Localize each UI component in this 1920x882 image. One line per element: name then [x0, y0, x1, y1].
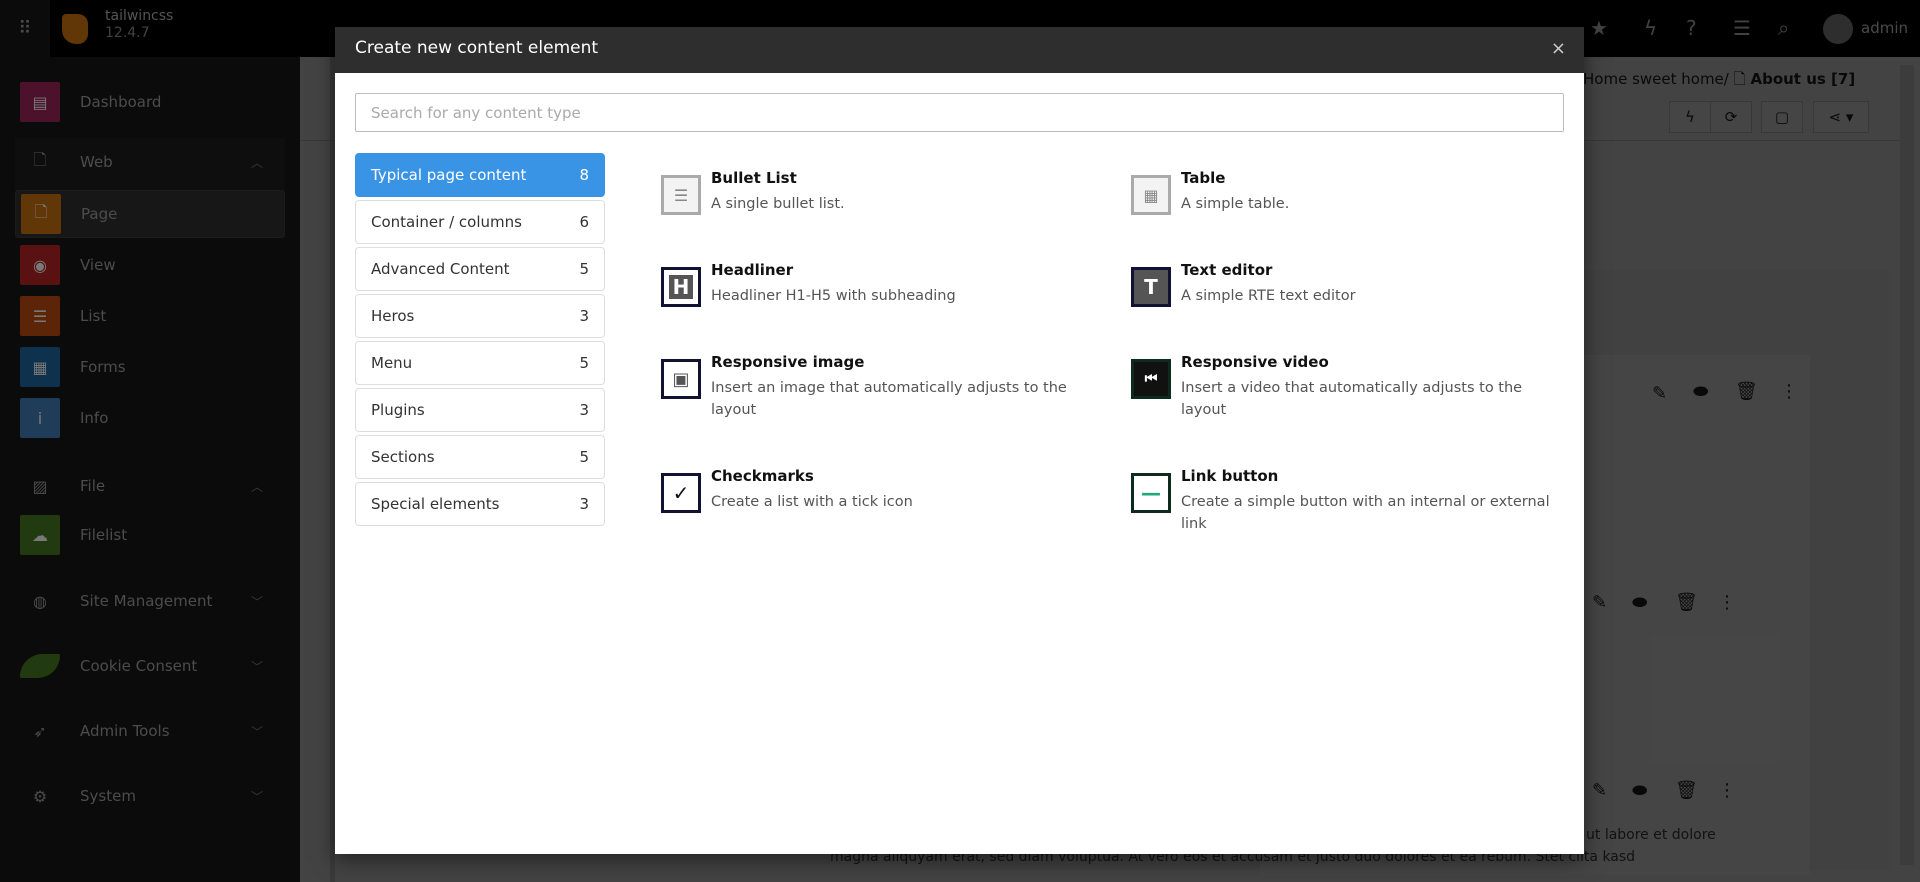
content-type-bullet-list[interactable]: ☰ Bullet List A single bullet list. — [661, 169, 1091, 215]
headliner-icon: H — [661, 267, 701, 307]
content-type-title: Responsive image — [711, 353, 865, 371]
category-label: Typical page content — [371, 166, 527, 184]
content-type-title: Table — [1181, 169, 1226, 187]
content-type-title: Checkmarks — [711, 467, 814, 485]
content-type-text-editor[interactable]: T Text editor A simple RTE text editor — [1131, 261, 1561, 307]
category-count: 3 — [579, 307, 589, 325]
content-type-description: A simple table. — [1181, 196, 1290, 212]
content-type-title: Responsive video — [1181, 353, 1329, 371]
category-tab[interactable]: Menu 5 — [355, 341, 605, 385]
category-count: 8 — [579, 166, 589, 184]
category-count: 6 — [579, 213, 589, 231]
content-type-responsive-image[interactable]: ▣ Responsive image Insert an image that au… — [661, 353, 1091, 421]
content-type-checkmarks[interactable]: ✓ Checkmarks Create a list with a tick ico… — [661, 467, 1091, 513]
category-count: 5 — [579, 260, 589, 278]
category-tab[interactable]: Typical page content 8 — [355, 153, 605, 197]
checkmark-icon: ✓ — [661, 473, 701, 513]
text-editor-icon: T — [1131, 267, 1171, 307]
search-input[interactable] — [355, 93, 1564, 132]
category-tab[interactable]: Sections 5 — [355, 435, 605, 479]
table-icon: ▦ — [1131, 175, 1171, 215]
content-type-description: A single bullet list. — [711, 196, 845, 212]
video-icon: ⏮ — [1131, 359, 1171, 399]
category-list: Typical page content 8 Container / columns… — [355, 153, 605, 529]
bullet-list-icon: ☰ — [661, 175, 701, 215]
category-label: Container / columns — [371, 213, 522, 231]
category-tab[interactable]: Special elements 3 — [355, 482, 605, 526]
category-label: Sections — [371, 448, 435, 466]
category-count: 5 — [579, 354, 589, 372]
modal-title: Create new content element — [355, 38, 599, 58]
category-label: Menu — [371, 354, 413, 372]
link-button-icon: — — [1131, 473, 1171, 513]
category-tab[interactable]: Plugins 3 — [355, 388, 605, 432]
category-count: 3 — [579, 495, 589, 513]
content-type-headliner[interactable]: H Headliner Headliner H1-H5 with subheadin… — [661, 261, 1091, 307]
category-count: 3 — [579, 401, 589, 419]
content-type-title: Text editor — [1181, 261, 1273, 279]
category-tab[interactable]: Advanced Content 5 — [355, 247, 605, 291]
category-label: Heros — [371, 307, 415, 325]
modal-header: Create new content element — [335, 27, 1584, 73]
content-type-description: Headliner H1-H5 with subheading — [711, 288, 956, 304]
content-type-description: Insert an image that automatically adjus… — [711, 380, 1067, 418]
create-content-modal: Create new content element × Typical pag… — [335, 27, 1584, 854]
category-label: Special elements — [371, 495, 500, 513]
content-type-description: Insert a video that automatically adjust… — [1181, 380, 1523, 418]
content-type-responsive-video[interactable]: ⏮ Responsive video Insert a video that aut… — [1131, 353, 1561, 421]
content-type-title: Bullet List — [711, 169, 797, 187]
content-type-description: Create a list with a tick icon — [711, 494, 913, 510]
close-icon[interactable]: × — [1551, 38, 1566, 59]
category-label: Plugins — [371, 401, 425, 419]
content-type-title: Headliner — [711, 261, 794, 279]
category-label: Advanced Content — [371, 260, 510, 278]
category-count: 5 — [579, 448, 589, 466]
content-type-table[interactable]: ▦ Table A simple table. — [1131, 169, 1561, 215]
image-icon: ▣ — [661, 359, 701, 399]
content-type-description: Create a simple button with an internal … — [1181, 494, 1550, 532]
content-type-description: A simple RTE text editor — [1181, 288, 1356, 304]
category-tab[interactable]: Heros 3 — [355, 294, 605, 338]
content-type-link-button[interactable]: — Link button Create a simple button with … — [1131, 467, 1561, 535]
content-type-title: Link button — [1181, 467, 1279, 485]
category-tab[interactable]: Container / columns 6 — [355, 200, 605, 244]
